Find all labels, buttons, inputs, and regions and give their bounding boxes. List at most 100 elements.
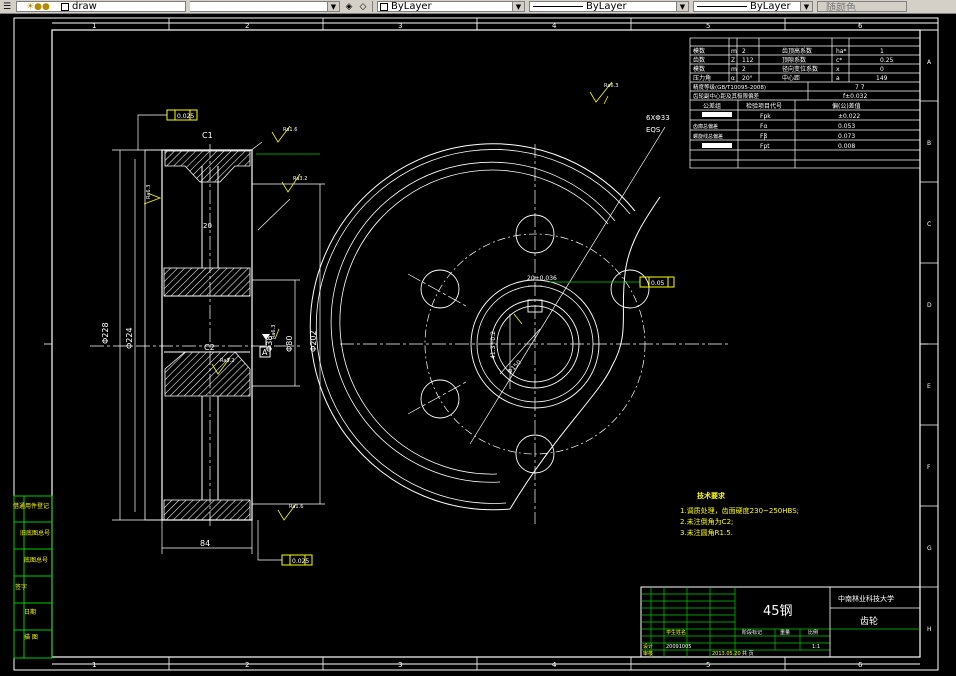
chevron-down-icon[interactable]: ▼: [676, 2, 688, 11]
param-cell: 径向变位系数: [782, 65, 818, 73]
col-num: 3: [398, 661, 402, 669]
chevron-down-icon[interactable]: ▼: [512, 2, 524, 11]
col-num: 5: [706, 22, 710, 30]
layer-dropdown-ext[interactable]: ▼: [190, 1, 340, 12]
designer-label: 设计: [643, 643, 653, 650]
check-cell: 0.053: [838, 123, 855, 130]
sidebar-label: 日期: [24, 608, 36, 616]
scale-label: 比例: [808, 629, 818, 636]
row-letter: C: [927, 221, 931, 228]
dim-224: Φ224: [125, 327, 134, 349]
param-cell: 顶隙系数: [782, 56, 806, 64]
param-cell: 齿顶高系数: [782, 47, 812, 55]
check-cell: ±0.022: [838, 113, 860, 120]
chamfer-c2: C2: [204, 343, 215, 352]
dim-84: 84: [200, 539, 210, 548]
col-num: 6: [858, 661, 863, 669]
check-cell: Fβ: [760, 133, 767, 140]
check-cell: 螺旋线总偏差: [693, 133, 723, 140]
datum-label: A: [262, 348, 268, 357]
layer-dropdown[interactable]: ☀●● draw: [16, 1, 186, 12]
layer-manager-icon[interactable]: ☰: [1, 1, 13, 12]
tolerance-frame-top: 0.025: [137, 109, 198, 150]
chevron-down-icon[interactable]: ▼: [327, 2, 339, 11]
sheet-count: 共 页: [742, 650, 754, 657]
tolerance-frame-right: 0.05: [639, 276, 675, 288]
eqs-label: EQS: [646, 126, 661, 134]
layer-previous-icon[interactable]: ◇: [357, 1, 369, 12]
param-cell: 0.25: [880, 57, 894, 64]
drawing-canvas[interactable]: 1 2 3 4 5 6 1 2 3 4 5 6 A B C D E F G H …: [0, 14, 956, 676]
check-header: 公差组: [703, 102, 721, 110]
check-cell: 齿廓总偏差: [693, 123, 718, 130]
gear-front-view: [309, 126, 730, 524]
holes-label: 6XΦ33: [646, 114, 670, 122]
col-num: 2: [245, 661, 249, 669]
linetype-preview: [533, 6, 583, 7]
date-value: 2013.05.20: [712, 651, 741, 657]
lineweight-value: ByLayer: [750, 1, 791, 12]
col-num: 4: [552, 661, 557, 669]
row-letter: F: [927, 464, 931, 471]
col-num: 1: [92, 22, 96, 30]
param-cell: x: [836, 66, 840, 73]
make-current-layer-icon[interactable]: ◈: [343, 1, 355, 12]
column-numbers-bottom: 1 2 3 4 5 6: [92, 661, 863, 669]
dim-41: 41.3+0.2: [490, 331, 497, 359]
row-letter: E: [927, 383, 931, 390]
tolerance-frame-bottom: 0.025: [257, 520, 313, 566]
col-num: 1: [92, 661, 96, 669]
check-cell: 0.008: [838, 143, 855, 150]
check-cell: Fpt: [760, 143, 770, 150]
param-cell: 模数: [693, 47, 705, 55]
check-row-bar: [702, 143, 732, 148]
row-letter: H: [927, 626, 932, 633]
check-cell: Fpk: [760, 113, 771, 120]
chevron-down-icon[interactable]: ▼: [800, 2, 812, 11]
front-view-labels: 6XΦ33 EQS 20+0.036 41.3+0.2 Φ150: [490, 114, 670, 375]
sidebar-label: 旧底图总号: [20, 529, 50, 537]
check-header: 偏(公)差值: [832, 102, 861, 110]
roughness-label: Ra1.6: [289, 504, 303, 510]
plotstyle-dropdown[interactable]: 随颜色: [817, 1, 907, 13]
layer-name: draw: [72, 1, 97, 12]
scale-label: 阶段标记: [742, 629, 762, 636]
tech-title: 技术要求: [697, 491, 726, 500]
color-value: ByLayer: [391, 1, 432, 12]
param-cell: 149: [876, 75, 888, 82]
school-name: 中南林业科技大学: [838, 594, 894, 603]
col-num: 5: [706, 661, 710, 669]
param-cell: 2: [742, 66, 746, 73]
sidebar-label: 底图总号: [24, 556, 48, 564]
param-cell: 0: [880, 66, 884, 73]
param-cell: 齿数: [693, 56, 705, 64]
param-cell: 压力角: [693, 74, 711, 82]
param-cell: Z: [731, 57, 735, 64]
row-letter: A: [927, 59, 932, 66]
student-label: 学生姓名: [666, 629, 686, 636]
precision-label: 精度等级(GB/T10095-2008): [693, 83, 766, 91]
scale-value: 1:1: [812, 644, 820, 650]
col-num: 3: [398, 22, 402, 30]
tol-top-value: 0.025: [177, 113, 194, 120]
linetype-dropdown[interactable]: ByLayer ▼: [529, 1, 689, 12]
cad-toolbar: ☰ ☀●● draw ▼ ◈ ◇ ByLayer ▼ ByLayer ▼ ByL…: [0, 0, 956, 14]
param-cell: 模数: [693, 65, 705, 73]
sidebar-label: 借通用件登记: [13, 502, 49, 510]
roughness-label: Ra6.3: [146, 185, 152, 199]
material-label: 45钢: [763, 604, 793, 619]
roughness-symbols: Ra1.6 Ra3.2 Ra6.3 Ra1.6 Ra3.2 Ra6.3: [143, 125, 307, 521]
checker-label: 审核: [643, 650, 653, 657]
separator: [372, 1, 373, 12]
precision-value: 7 7: [855, 84, 865, 91]
color-swatch: [380, 2, 388, 11]
dim-width: 20: [203, 222, 212, 230]
lineweight-dropdown[interactable]: ByLayer ▼: [693, 1, 813, 12]
param-cell: ha*: [836, 48, 846, 55]
drawing-frame: [13, 17, 939, 671]
tol-right-value: 0.05: [651, 280, 665, 287]
check-row-bar: [702, 112, 732, 117]
student-id: 20091005: [666, 644, 691, 650]
color-dropdown[interactable]: ByLayer ▼: [377, 1, 525, 12]
check-header: 检验项目代号: [746, 102, 782, 110]
